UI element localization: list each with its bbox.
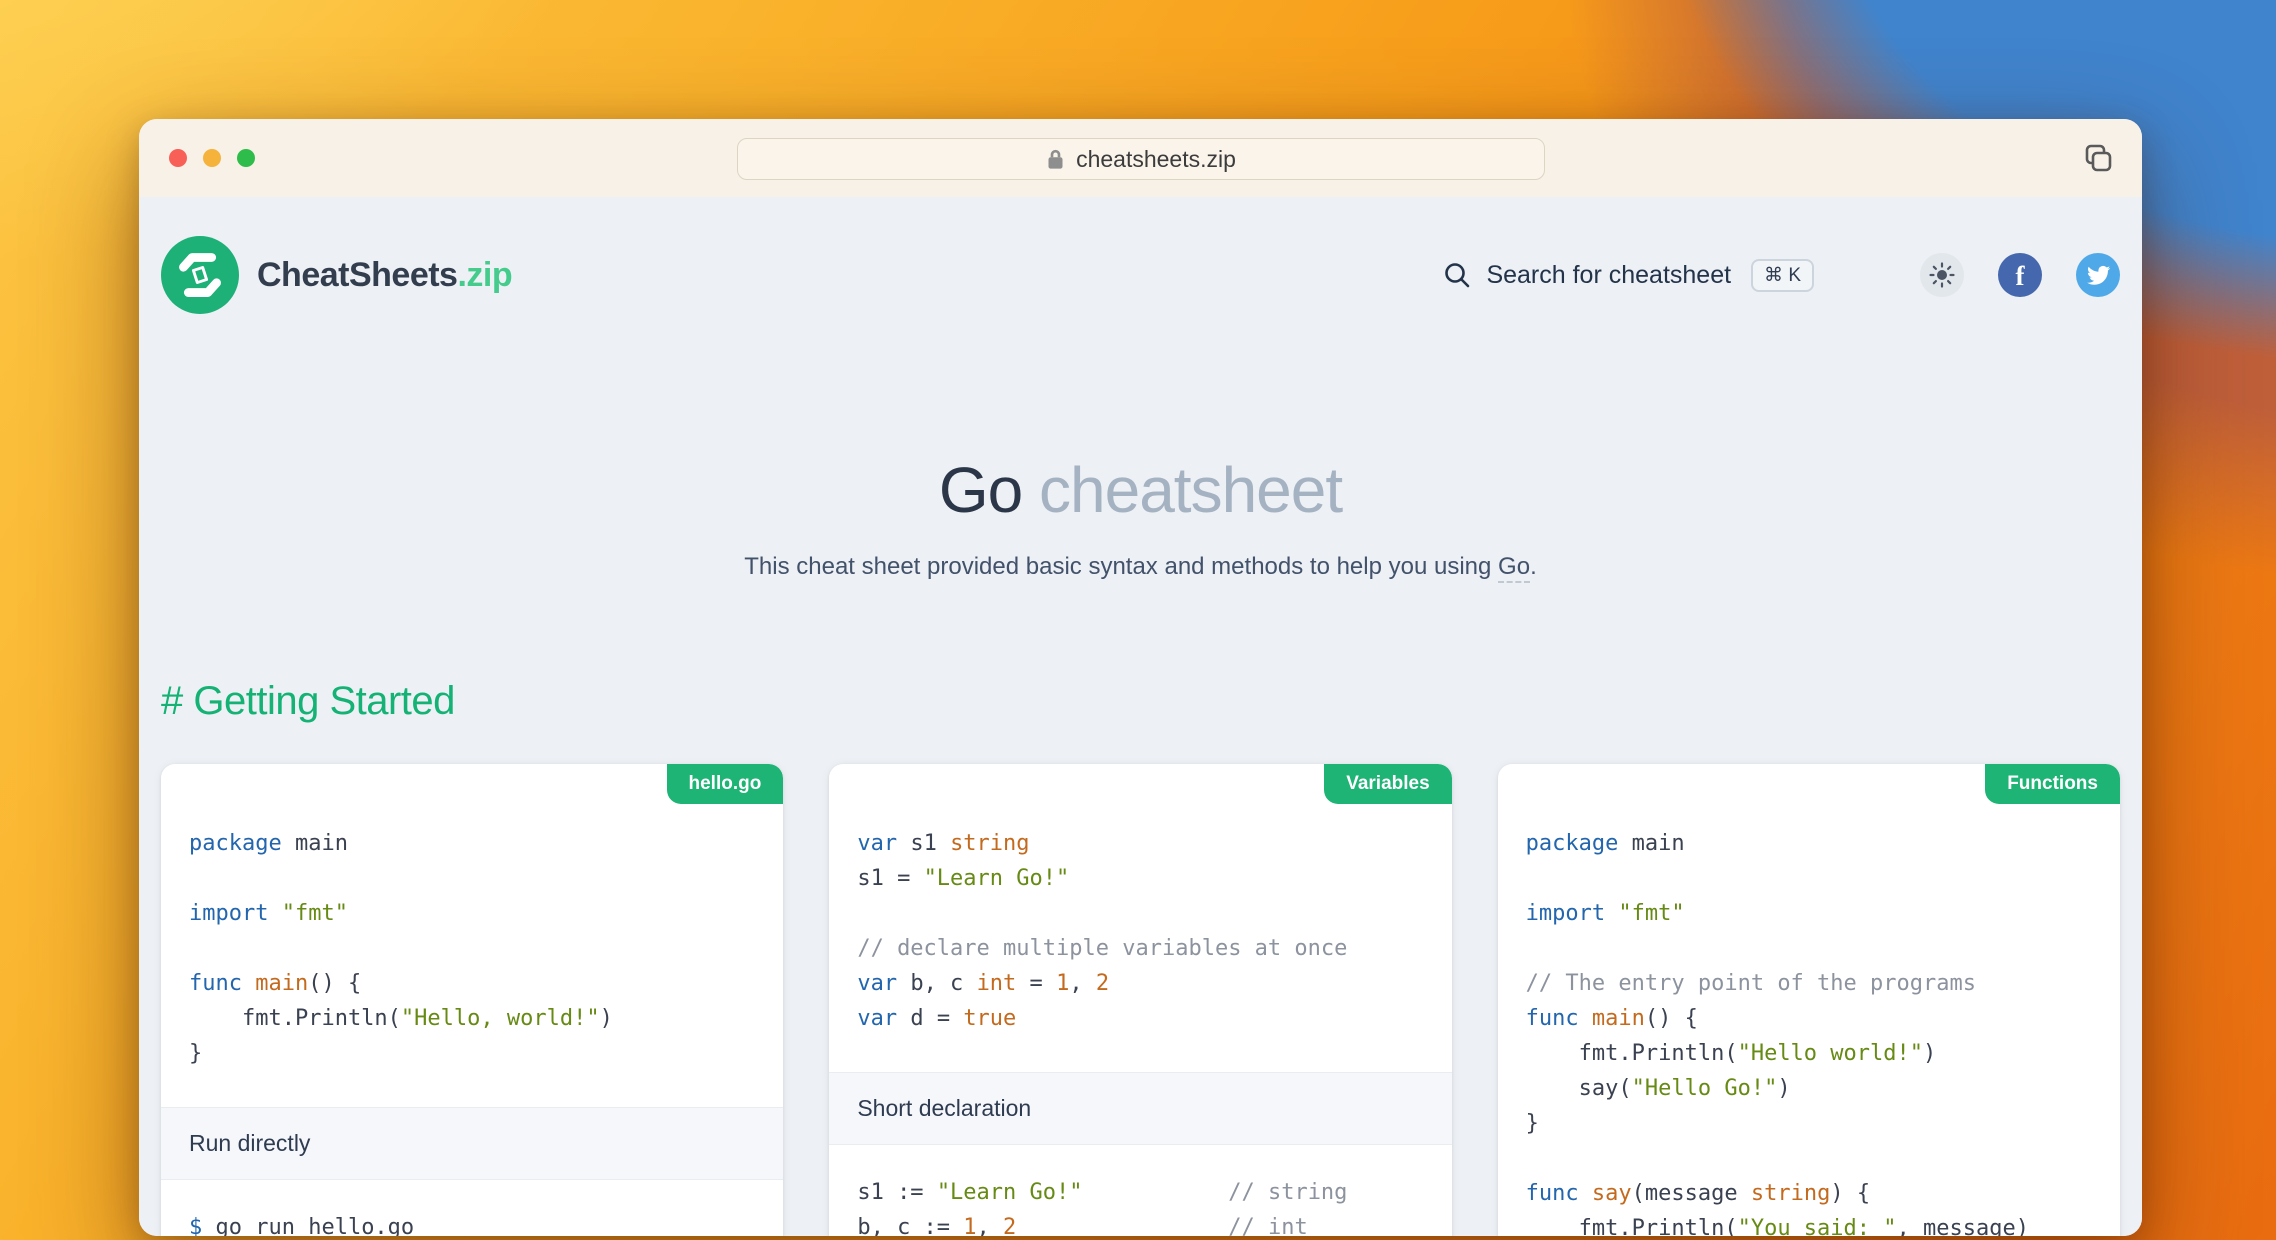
header-actions: Search for cheatsheet ⌘ K [1442, 253, 2120, 297]
search-shortcut-badge: ⌘ K [1751, 259, 1814, 292]
search-button[interactable]: Search for cheatsheet ⌘ K [1442, 259, 1814, 292]
facebook-icon: f [2016, 261, 2025, 292]
code-block: s1 := "Learn Go!" // string b, c := 1, 2… [829, 1145, 1451, 1236]
subtitle-text: This cheat sheet provided basic syntax a… [744, 553, 1498, 580]
sun-icon [1929, 262, 1955, 288]
card-badge: Functions [1985, 764, 2120, 804]
traffic-lights [169, 119, 255, 197]
facebook-button[interactable]: f [1998, 253, 2042, 297]
minimize-window-button[interactable] [203, 149, 221, 167]
tab-overview-icon[interactable] [2080, 141, 2116, 177]
page-title-main: Go [939, 454, 1022, 526]
brand-name: CheatSheets.zip [257, 256, 512, 295]
search-icon [1442, 260, 1472, 290]
twitter-button[interactable] [2076, 253, 2120, 297]
url-text: cheatsheets.zip [1076, 146, 1236, 173]
page-title-muted: cheatsheet [1039, 454, 1342, 526]
code-block: package main import "fmt" func main() { … [161, 764, 783, 1107]
card-body: package main import "fmt" func main() { … [161, 764, 783, 1236]
lock-icon [1045, 147, 1066, 171]
code-block: $ go run hello.go [161, 1180, 783, 1236]
brand-tld: .zip [457, 256, 512, 294]
card-body: package main import "fmt" // The entry p… [1498, 764, 2120, 1236]
card-badge: Variables [1324, 764, 1451, 804]
subtitle-period: . [1530, 553, 1537, 580]
cheatsheet-card: Variables var s1 string s1 = "Learn Go!"… [829, 764, 1451, 1236]
twitter-icon [2085, 262, 2111, 288]
card-subheader: Run directly [161, 1107, 783, 1180]
page-content: CheatSheets.zip Search for cheatsheet ⌘ … [139, 197, 2142, 1236]
card-body: var s1 string s1 = "Learn Go!" // declar… [829, 764, 1451, 1236]
brand-logo-link[interactable]: CheatSheets.zip [161, 236, 512, 314]
browser-window: cheatsheets.zip [139, 119, 2142, 1236]
section-title: # Getting Started [161, 679, 2120, 724]
code-block: var s1 string s1 = "Learn Go!" // declar… [829, 764, 1451, 1072]
browser-chrome: cheatsheets.zip [139, 119, 2142, 197]
site-header: CheatSheets.zip Search for cheatsheet ⌘ … [161, 235, 2120, 315]
cheatsheet-card: Functions package main import "fmt" // T… [1498, 764, 2120, 1236]
cards-grid: hello.go package main import "fmt" func … [161, 764, 2120, 1236]
fullscreen-window-button[interactable] [237, 149, 255, 167]
card-badge: hello.go [667, 764, 784, 804]
go-link[interactable]: Go [1498, 553, 1530, 583]
theme-toggle-button[interactable] [1920, 253, 1964, 297]
cheatsheet-card: hello.go package main import "fmt" func … [161, 764, 783, 1236]
search-label: Search for cheatsheet [1486, 261, 1731, 290]
card-subheader: Short declaration [829, 1072, 1451, 1145]
code-block: package main import "fmt" // The entry p… [1498, 764, 2120, 1236]
page-title: Go cheatsheet [161, 453, 2120, 527]
address-bar[interactable]: cheatsheets.zip [737, 138, 1545, 180]
page-subtitle: This cheat sheet provided basic syntax a… [161, 553, 2120, 581]
close-window-button[interactable] [169, 149, 187, 167]
cheatsheets-logo-icon [161, 236, 239, 314]
